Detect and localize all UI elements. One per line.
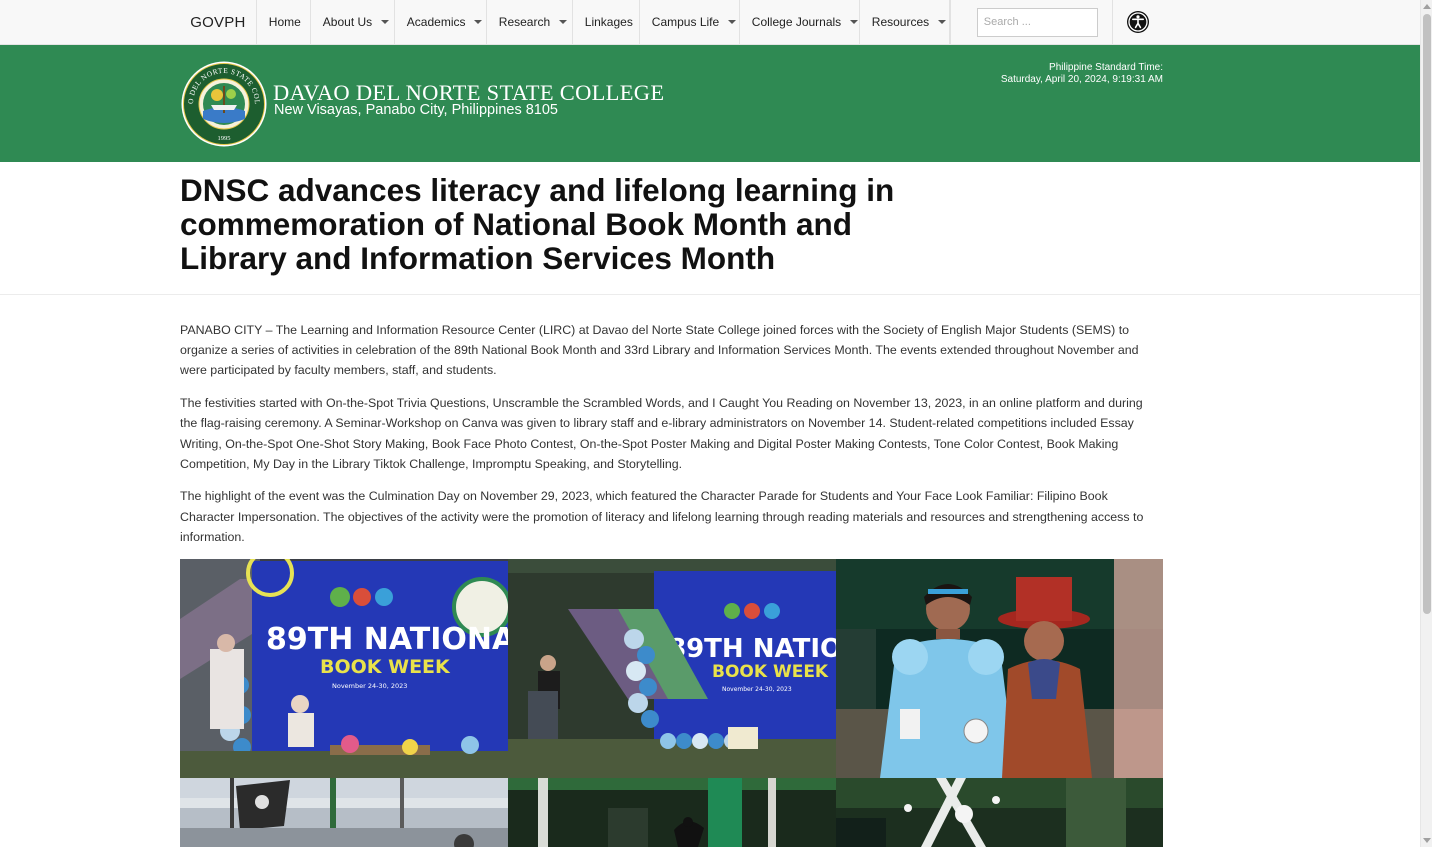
scrollbar-thumb[interactable]: [1423, 14, 1431, 614]
scroll-up-arrow-icon[interactable]: [1423, 4, 1431, 9]
banner-date: November 24-30, 2023: [332, 682, 407, 690]
nav-item-label: Linkages: [584, 15, 633, 29]
nav-item-home[interactable]: Home: [257, 0, 311, 44]
gallery-photo[interactable]: [180, 778, 508, 847]
scroll-down-arrow-icon[interactable]: [1423, 838, 1431, 843]
nav-item-label: Resources: [871, 15, 930, 29]
pst-label: Philippine Standard Time:: [1049, 62, 1163, 73]
article-body: PANABO CITY – The Learning and Informati…: [180, 320, 1163, 560]
caret-down-icon: [938, 20, 947, 24]
article-title: DNSC advances literacy and lifelong lear…: [180, 172, 895, 276]
nav-item-label: Campus Life: [651, 15, 720, 29]
banner-subheading: BOOK WEEK: [320, 656, 451, 678]
gallery-photo[interactable]: [836, 559, 1163, 778]
top-navbar: GOVPH Home About Us Academics Research L…: [0, 0, 1420, 45]
govph-brand-link[interactable]: GOVPH: [180, 0, 257, 44]
page-scrollbar[interactable]: [1420, 0, 1432, 847]
nav-item-linkages[interactable]: Linkages: [573, 0, 640, 44]
banner-date: November 24-30, 2023: [722, 686, 792, 693]
pst-value: Saturday, April 20, 2024, 9:19:31 AM: [1000, 74, 1163, 85]
nav-item-label: College Journals: [751, 15, 842, 29]
accessibility-button[interactable]: [1113, 0, 1163, 44]
gallery-photo[interactable]: [836, 778, 1163, 847]
banner-subheading: BOOK WEEK: [712, 662, 829, 682]
philippine-standard-time: Philippine Standard Time: Saturday, Apri…: [1001, 62, 1163, 86]
seal-year-text: 1995: [218, 135, 231, 142]
banner-heading: 89TH NATIONA: [266, 622, 508, 657]
caret-down-icon: [474, 20, 483, 24]
nav-item-college-journals[interactable]: College Journals: [740, 0, 860, 44]
nav-item-research[interactable]: Research: [487, 0, 573, 44]
gallery-photo[interactable]: 89TH NATIONA BOOK WEEK November 24-30, 2…: [180, 559, 508, 778]
nav-item-label: About Us: [322, 15, 373, 29]
college-seal-logo[interactable]: DAVAO DEL NORTE STATE COLLEGE 1995: [178, 54, 267, 147]
gallery-photo[interactable]: 89TH NATIONA BOOK WEEK November 24-30, 2…: [508, 559, 836, 778]
college-address: New Visayas, Panabo City, Philippines 81…: [274, 102, 558, 118]
article-title-area: DNSC advances literacy and lifelong lear…: [0, 162, 1420, 295]
nav-item-about-us[interactable]: About Us: [311, 0, 395, 44]
search-input[interactable]: [976, 7, 1098, 37]
article-paragraph: The highlight of the event was the Culmi…: [180, 489, 1144, 544]
banner-heading: 89TH NATIONA: [668, 634, 836, 664]
nav-item-campus-life[interactable]: Campus Life: [640, 0, 740, 44]
article-paragraph: The festivities started with On-the-Spot…: [180, 396, 1143, 471]
accessibility-icon: [1126, 11, 1149, 33]
nav-item-label: Home: [268, 15, 301, 29]
caret-down-icon: [381, 20, 390, 24]
caret-down-icon: [559, 20, 568, 24]
masthead-banner: DAVAO DEL NORTE STATE COLLEGE 1995 DAVAO…: [0, 45, 1420, 162]
nav-item-label: Research: [498, 15, 551, 29]
caret-down-icon: [728, 20, 737, 24]
nav-item-label: Academics: [406, 15, 466, 29]
nav-item-academics[interactable]: Academics: [395, 0, 487, 44]
nav-item-resources[interactable]: Resources: [860, 0, 950, 44]
navbar-inner: GOVPH Home About Us Academics Research L…: [180, 0, 1163, 44]
gallery-photo[interactable]: [508, 778, 836, 847]
caret-down-icon: [850, 20, 859, 24]
photo-gallery: 89TH NATIONA BOOK WEEK November 24-30, 2…: [180, 559, 1163, 847]
article-paragraph: PANABO CITY – The Learning and Informati…: [180, 323, 1139, 378]
search-box: [949, 0, 1113, 44]
